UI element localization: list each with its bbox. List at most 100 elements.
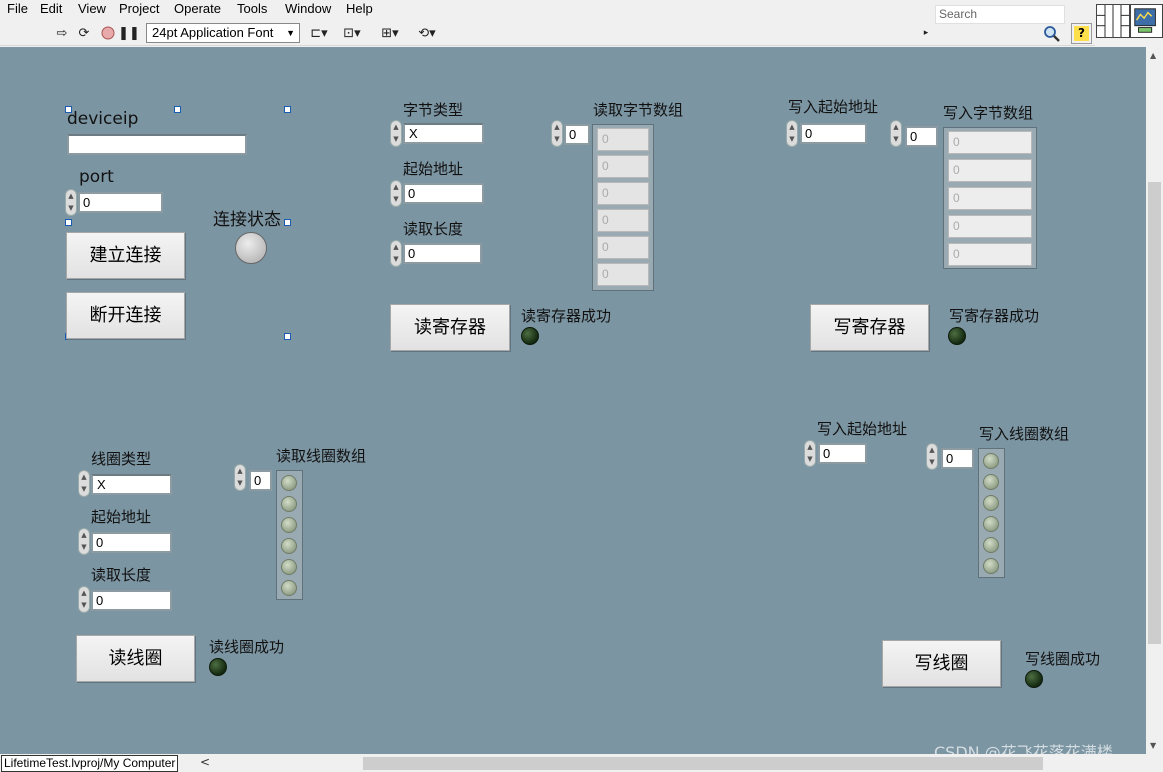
write-register-success-label: 写寄存器成功 <box>949 307 1040 325</box>
coil-led[interactable] <box>983 474 999 490</box>
font-select[interactable]: 24pt Application Font ▼ <box>146 23 300 43</box>
write-coil-array-index-stepper[interactable]: ▲ ▼ <box>926 443 938 470</box>
toolbar-overflow-icon[interactable]: ▸ <box>921 24 931 42</box>
write-byte-array-index-stepper[interactable]: ▲ ▼ <box>890 120 902 147</box>
scroll-up-icon[interactable]: ▲ <box>1150 51 1156 60</box>
scroll-left-icon[interactable]: < <box>200 755 210 769</box>
coil-led[interactable] <box>983 516 999 532</box>
register-length-stepper[interactable]: ▲ ▼ <box>390 240 402 267</box>
port-input[interactable]: 0 <box>78 192 163 213</box>
array-element[interactable]: 0 <box>948 215 1032 238</box>
align-objects-icon[interactable]: ⊏▾ <box>307 24 331 42</box>
run-arrow-icon[interactable]: ⇨ <box>52 24 72 42</box>
run-continuously-icon[interactable]: ⟳ <box>74 24 94 42</box>
write-coil-start-input[interactable]: 0 <box>818 443 867 464</box>
register-type-stepper[interactable]: ▲ ▼ <box>390 120 402 147</box>
selection-handle[interactable] <box>284 333 291 340</box>
register-length-input[interactable]: 0 <box>403 243 482 264</box>
array-element[interactable]: 0 <box>948 243 1032 266</box>
coil-start-stepper[interactable]: ▲ ▼ <box>78 528 90 555</box>
coil-led[interactable] <box>983 495 999 511</box>
abort-icon[interactable] <box>98 24 118 42</box>
coil-led <box>281 517 297 533</box>
read-register-success-led <box>521 327 539 345</box>
menu-help[interactable]: Help <box>346 1 373 16</box>
register-type-input[interactable]: X <box>403 123 484 144</box>
read-register-button[interactable]: 读寄存器 <box>390 304 510 351</box>
coil-led[interactable] <box>983 537 999 553</box>
read-coil-button[interactable]: 读线圈 <box>76 635 195 682</box>
read-coil-array-index-stepper[interactable]: ▲ ▼ <box>234 464 246 491</box>
menu-operate[interactable]: Operate <box>174 1 221 16</box>
coil-led <box>281 559 297 575</box>
selection-handle[interactable] <box>65 219 72 226</box>
coil-type-stepper[interactable]: ▲ ▼ <box>78 470 90 497</box>
menu-window[interactable]: Window <box>285 1 331 16</box>
register-length-label: 读取长度 <box>403 220 464 238</box>
selection-handle[interactable] <box>284 106 291 113</box>
project-path: LifetimeTest.lvproj/My Computer <box>1 755 179 772</box>
write-coil-array-index[interactable]: 0 <box>941 448 974 469</box>
connect-button[interactable]: 建立连接 <box>66 232 185 279</box>
write-coil-array <box>978 448 1005 578</box>
coil-start-input[interactable]: 0 <box>91 532 172 553</box>
menu-tools[interactable]: Tools <box>237 1 267 16</box>
register-start-stepper[interactable]: ▲ ▼ <box>390 180 402 207</box>
menu-project[interactable]: Project <box>119 1 159 16</box>
coil-length-input[interactable]: 0 <box>91 590 172 611</box>
pause-icon[interactable]: ❚❚ <box>118 24 140 42</box>
menu-edit[interactable]: Edit <box>40 1 62 16</box>
port-stepper[interactable]: ▲ ▼ <box>65 189 77 216</box>
coil-led[interactable] <box>983 558 999 574</box>
menu-view[interactable]: View <box>78 1 106 16</box>
write-coil-button[interactable]: 写线圈 <box>882 640 1001 687</box>
write-coil-start-stepper[interactable]: ▲ ▼ <box>804 440 816 467</box>
coil-led <box>281 496 297 512</box>
resize-objects-icon[interactable]: ⊞▾ <box>378 24 402 42</box>
search-icon[interactable] <box>1043 25 1061 43</box>
read-register-button-label: 读寄存器 <box>414 317 486 338</box>
array-element[interactable]: 0 <box>948 187 1032 210</box>
search-input[interactable]: Search <box>935 5 1065 24</box>
array-element[interactable]: 0 <box>948 159 1032 182</box>
write-coil-success-led <box>1025 670 1043 688</box>
reorder-icon[interactable]: ⟲▾ <box>414 24 440 42</box>
status-bar: LifetimeTest.lvproj/My Computer < <box>0 754 1163 772</box>
write-register-button-label: 写寄存器 <box>833 317 906 338</box>
array-element: 0 <box>597 128 649 151</box>
write-coil-start-label: 写入起始地址 <box>817 420 908 438</box>
coil-led <box>281 475 297 491</box>
coil-length-stepper[interactable]: ▲ ▼ <box>78 586 90 613</box>
menu-file[interactable]: File <box>7 1 28 16</box>
distribute-objects-icon[interactable]: ⊡▾ <box>340 24 364 42</box>
write-register-start-input[interactable]: 0 <box>800 123 867 144</box>
array-element[interactable]: 0 <box>948 131 1032 154</box>
write-register-button[interactable]: 写寄存器 <box>810 304 929 351</box>
deviceip-label: deviceip <box>67 109 139 129</box>
selection-handle[interactable] <box>174 106 181 113</box>
write-byte-array: 0 0 0 0 0 <box>943 127 1037 269</box>
vertical-scrollbar[interactable]: ▲ ▼ <box>1146 47 1163 754</box>
selection-handle[interactable] <box>284 219 291 226</box>
scrollbar-thumb[interactable] <box>1148 182 1161 644</box>
coil-type-input[interactable]: X <box>91 474 172 495</box>
connector-pane-icon[interactable] <box>1096 4 1130 38</box>
register-start-input[interactable]: 0 <box>403 183 484 204</box>
write-coil-button-label: 写线圈 <box>914 653 969 674</box>
disconnect-button-label: 断开连接 <box>89 305 162 326</box>
scroll-down-icon[interactable]: ▼ <box>1150 741 1156 750</box>
context-help-button[interactable]: ? <box>1071 23 1092 44</box>
read-byte-array-index[interactable]: 0 <box>564 124 590 145</box>
horizontal-scrollbar-thumb[interactable] <box>363 757 1043 770</box>
coil-led[interactable] <box>983 453 999 469</box>
disconnect-button[interactable]: 断开连接 <box>66 292 185 339</box>
font-select-value: 24pt Application Font <box>152 25 274 40</box>
write-byte-array-index[interactable]: 0 <box>905 126 938 147</box>
vi-icon[interactable] <box>1130 4 1163 38</box>
write-register-success-led <box>948 327 966 345</box>
read-register-success-label: 读寄存器成功 <box>521 307 612 325</box>
read-byte-array-index-stepper[interactable]: ▲ ▼ <box>551 120 563 147</box>
deviceip-input[interactable] <box>67 134 247 155</box>
read-coil-array-index[interactable]: 0 <box>249 470 272 491</box>
write-register-start-stepper[interactable]: ▲ ▼ <box>786 120 798 147</box>
